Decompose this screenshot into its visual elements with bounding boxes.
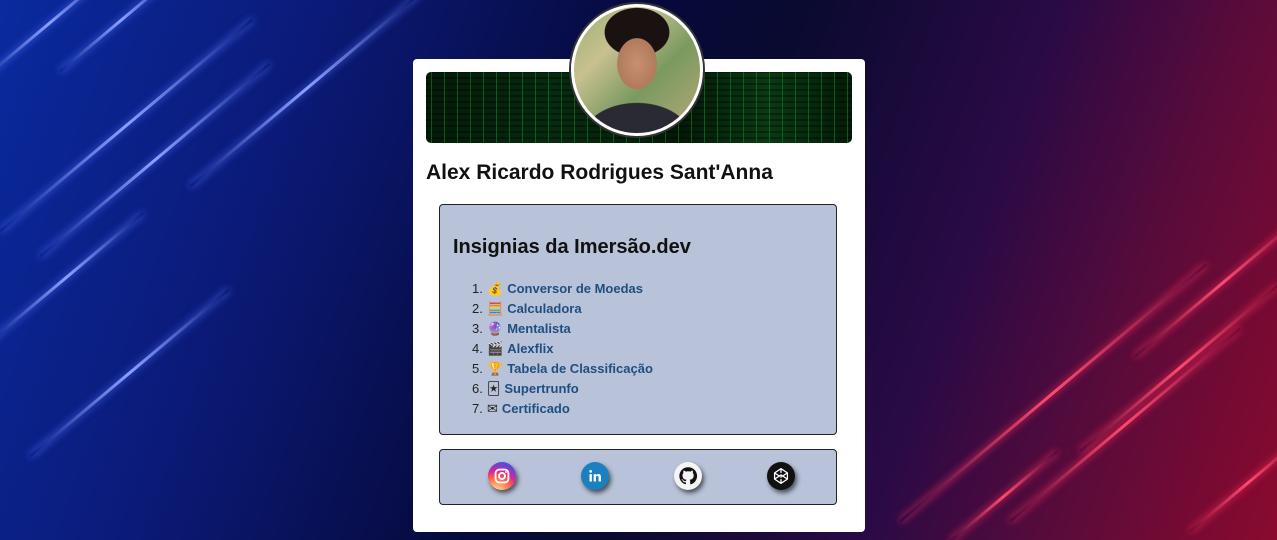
social-links-panel (439, 449, 837, 505)
github-icon[interactable] (674, 462, 702, 490)
badge-link-supertrunfo[interactable]: Supertrunfo (504, 381, 578, 396)
badge-link-mentalista[interactable]: Mentalista (507, 321, 571, 336)
profile-name: Alex Ricardo Rodrigues Sant'Anna (426, 161, 773, 184)
background-streak (189, 0, 421, 188)
badges-list: 1. 💰 Conversor de Moedas 2. 🧮 Calculadora 3.… (472, 279, 653, 419)
badge-link-tabela[interactable]: Tabela de Classificação (507, 361, 653, 376)
github-glyph (679, 467, 698, 485)
list-item: 1. 💰 Conversor de Moedas (472, 281, 644, 297)
linkedin-glyph (589, 470, 601, 482)
playing-card-icon: 🃏 (487, 382, 501, 397)
list-item: 4. 🎬 Alexflix (472, 341, 554, 357)
background-streak (1079, 283, 1277, 453)
background-streak (1134, 207, 1277, 358)
crystal-ball-icon: 🔮 (487, 322, 504, 337)
film-icon: 🎬 (487, 342, 504, 357)
list-item: 7. ✉ Certificado (472, 401, 570, 417)
list-item: 5. 🏆 Tabela de Classificação (472, 361, 653, 377)
envelope-icon: ✉ (487, 402, 498, 417)
badge-link-conversor[interactable]: Conversor de Moedas (507, 281, 643, 296)
background-streak (29, 288, 231, 458)
instagram-glyph (494, 468, 510, 484)
background-streak (39, 62, 271, 258)
badges-panel: Insignias da Imersão.dev 1. 💰 Conversor de… (439, 204, 837, 435)
badge-link-alexflix[interactable]: Alexflix (507, 341, 553, 356)
money-bag-icon: 💰 (487, 282, 504, 297)
background-streak (1009, 327, 1241, 523)
codepen-icon[interactable] (767, 462, 795, 490)
background-streak (1189, 433, 1277, 533)
background-streak (59, 0, 184, 73)
badge-link-calculadora[interactable]: Calculadora (507, 301, 581, 316)
trophy-icon: 🏆 (487, 362, 504, 377)
linkedin-icon[interactable] (581, 462, 609, 490)
avatar (571, 4, 703, 136)
list-item: 6. 🃏 Supertrunfo (472, 381, 579, 397)
instagram-icon[interactable] (488, 462, 516, 490)
list-item: 3. 🔮 Mentalista (472, 321, 571, 337)
list-item: 2. 🧮 Calculadora (472, 301, 582, 317)
background-streak (0, 18, 254, 233)
badge-link-certificado[interactable]: Certificado (502, 401, 570, 416)
codepen-glyph (773, 468, 789, 484)
badges-title: Insignias da Imersão.dev (453, 236, 691, 258)
abacus-icon: 🧮 (487, 302, 504, 317)
profile-card: Alex Ricardo Rodrigues Sant'Anna Insigni… (413, 4, 865, 532)
